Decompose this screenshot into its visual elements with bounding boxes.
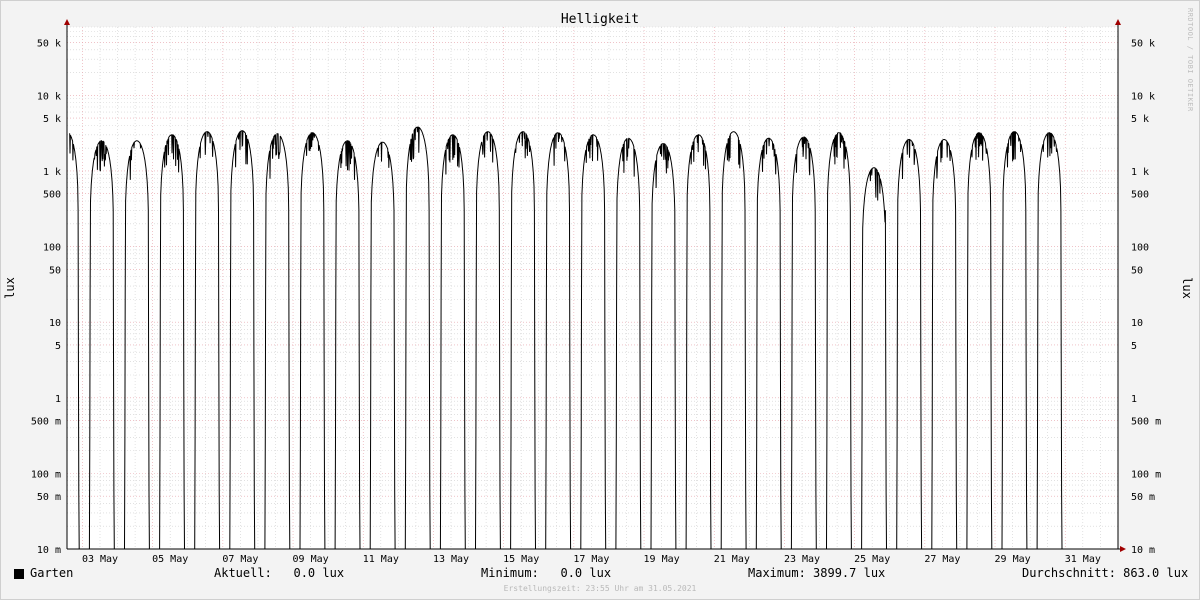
y-axis-arrow-right	[1115, 19, 1121, 25]
x-tick-label: 19 May	[644, 554, 680, 565]
x-axis-arrow	[1120, 546, 1126, 552]
y-tick-label-left: 500	[43, 190, 61, 201]
x-tick-label: 27 May	[924, 554, 960, 565]
legend-series-name: Garten	[30, 566, 74, 580]
y-tick-label-right: 50 k	[1131, 38, 1155, 49]
y-tick-label-right: 100	[1131, 243, 1149, 254]
y-tick-label-right: 10	[1131, 318, 1143, 329]
y-tick-label-right: 500	[1131, 190, 1149, 201]
y-tick-label-left: 100	[43, 243, 61, 254]
y-tick-label-left: 50 k	[37, 38, 61, 49]
y-tick-label-left: 5	[55, 341, 61, 352]
y-axis-label-right: lux	[1180, 277, 1194, 299]
y-tick-label-right: 50	[1131, 265, 1143, 276]
y-tick-label-left: 100 m	[31, 469, 61, 480]
x-tick-label: 05 May	[152, 554, 188, 565]
y-tick-label-left: 10 m	[37, 545, 61, 556]
y-tick-label-right: 10 m	[1131, 545, 1155, 556]
plot-area	[67, 27, 1118, 549]
x-tick-label: 09 May	[293, 554, 329, 565]
x-tick-label: 07 May	[222, 554, 258, 565]
brightness-chart: 10 m 50 m 100 m 500 m 1 5 10 50 100 500 1 k 5 k 10 k…	[3, 8, 1194, 565]
stat-current: Aktuell: 0.0 lux	[214, 566, 345, 580]
x-tick-label: 11 May	[363, 554, 399, 565]
y-tick-label-left: 1	[55, 394, 61, 405]
x-tick-label: 13 May	[433, 554, 469, 565]
x-tick-label: 23 May	[784, 554, 820, 565]
y-tick-label-right: 10 k	[1131, 91, 1155, 102]
y-tick-label-right: 1 k	[1131, 167, 1149, 178]
y-tick-label-right: 5	[1131, 341, 1137, 352]
legend: Garten Aktuell: 0.0 lux Minimum: 0.0 lux…	[14, 566, 1189, 584]
stat-minimum: Minimum: 0.0 lux	[481, 566, 612, 580]
x-tick-labels: 03 May 05 May 07 May 09 May 11 May 13 May 15 M…	[82, 554, 1101, 565]
y-tick-label-left: 10 k	[37, 91, 61, 102]
y-tick-label-left: 10	[49, 318, 61, 329]
y-tick-label-left: 5 k	[43, 114, 61, 125]
stat-maximum: Maximum: 3899.7 lux	[748, 566, 886, 580]
x-tick-label: 29 May	[995, 554, 1031, 565]
x-tick-label: 15 May	[503, 554, 539, 565]
y-tick-label-right: 1	[1131, 394, 1137, 405]
x-tick-label: 25 May	[854, 554, 890, 565]
y-axis-arrow-left	[64, 19, 70, 25]
y-tick-labels-left: 10 m 50 m 100 m 500 m 1 5 10 50 100 500 1 k 5 k 10 k…	[31, 38, 61, 556]
y-axis-label-left: lux	[3, 277, 17, 299]
y-tick-label-left: 1 k	[43, 167, 61, 178]
x-tick-label: 17 May	[573, 554, 609, 565]
rrdtool-watermark: RRDTOOL / TOBI OETIKER	[1186, 8, 1194, 112]
stat-average: Durchschnitt: 863.0 lux	[1022, 566, 1189, 580]
y-tick-label-left: 50	[49, 265, 61, 276]
y-tick-label-right: 50 m	[1131, 492, 1155, 503]
chart-title: Helligkeit	[561, 12, 639, 27]
y-tick-label-right: 500 m	[1131, 417, 1161, 428]
y-tick-label-left: 500 m	[31, 417, 61, 428]
legend-swatch	[14, 569, 24, 579]
creation-time-footer: Erstellungszeit: 23:55 Uhr am 31.05.2021	[503, 584, 697, 593]
y-tick-labels-right: 10 m 50 m 100 m 500 m 1 5 10 50 100 500 1 k 5 k 10 k…	[1131, 38, 1161, 556]
y-tick-label-left: 50 m	[37, 492, 61, 503]
x-tick-label: 03 May	[82, 554, 118, 565]
y-tick-label-right: 100 m	[1131, 469, 1161, 480]
x-tick-label: 21 May	[714, 554, 750, 565]
y-tick-label-right: 5 k	[1131, 114, 1149, 125]
x-tick-label: 31 May	[1065, 554, 1101, 565]
